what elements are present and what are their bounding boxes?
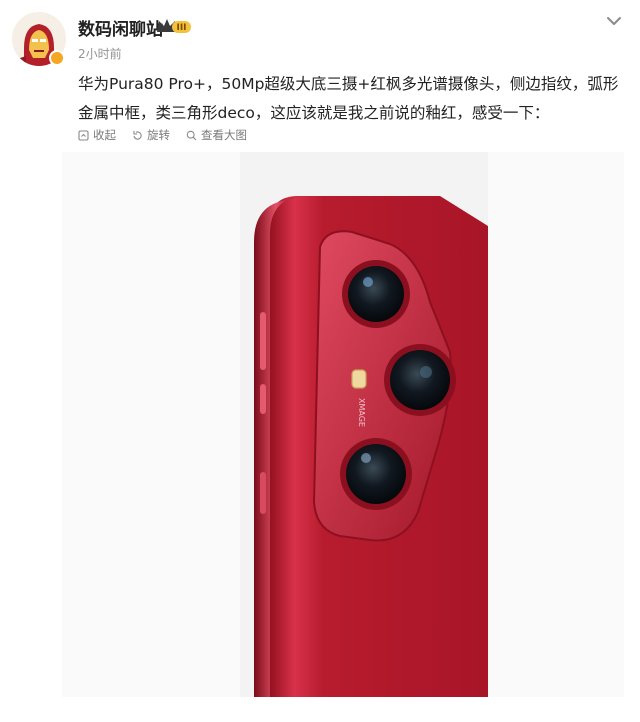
collapse-icon	[78, 129, 89, 141]
phone-render-image: XMAGE	[254, 196, 488, 697]
zoom-icon	[186, 130, 197, 140]
collapse-label: 收起	[93, 128, 116, 142]
image-margin-right	[488, 152, 624, 697]
image-margin-left	[62, 152, 240, 697]
post-time: 2小时前	[78, 47, 122, 61]
xmage-logo-text: XMAGE	[357, 398, 366, 427]
post-text: 华为Pura80 Pro+，50Mp超级大底三摄+红枫多光谱摄像头，侧边指纹，弧…	[78, 75, 619, 122]
view-full-image-label: 查看大图	[201, 128, 247, 142]
collapse-button[interactable]: 收起	[78, 127, 116, 143]
chevron-down-icon[interactable]	[603, 10, 625, 32]
username[interactable]: 数码闲聊站	[78, 15, 163, 40]
view-full-image-button[interactable]: 查看大图	[186, 127, 247, 143]
verified-badge-icon	[49, 50, 65, 66]
rotate-icon	[133, 130, 142, 140]
member-crown-icon: III	[157, 19, 191, 33]
weibo-post: 数码闲聊站 III 2小时前 华为Pura80 Pro+，50Mp超级大底三摄+…	[0, 0, 640, 722]
rotate-button[interactable]: 旋转	[132, 127, 170, 143]
rotate-label: 旋转	[147, 128, 170, 142]
level-badge-text: III	[176, 23, 186, 33]
phone-photo[interactable]: XMAGE	[240, 152, 488, 697]
image-actions: 收起 旋转 查看大图	[78, 127, 247, 143]
